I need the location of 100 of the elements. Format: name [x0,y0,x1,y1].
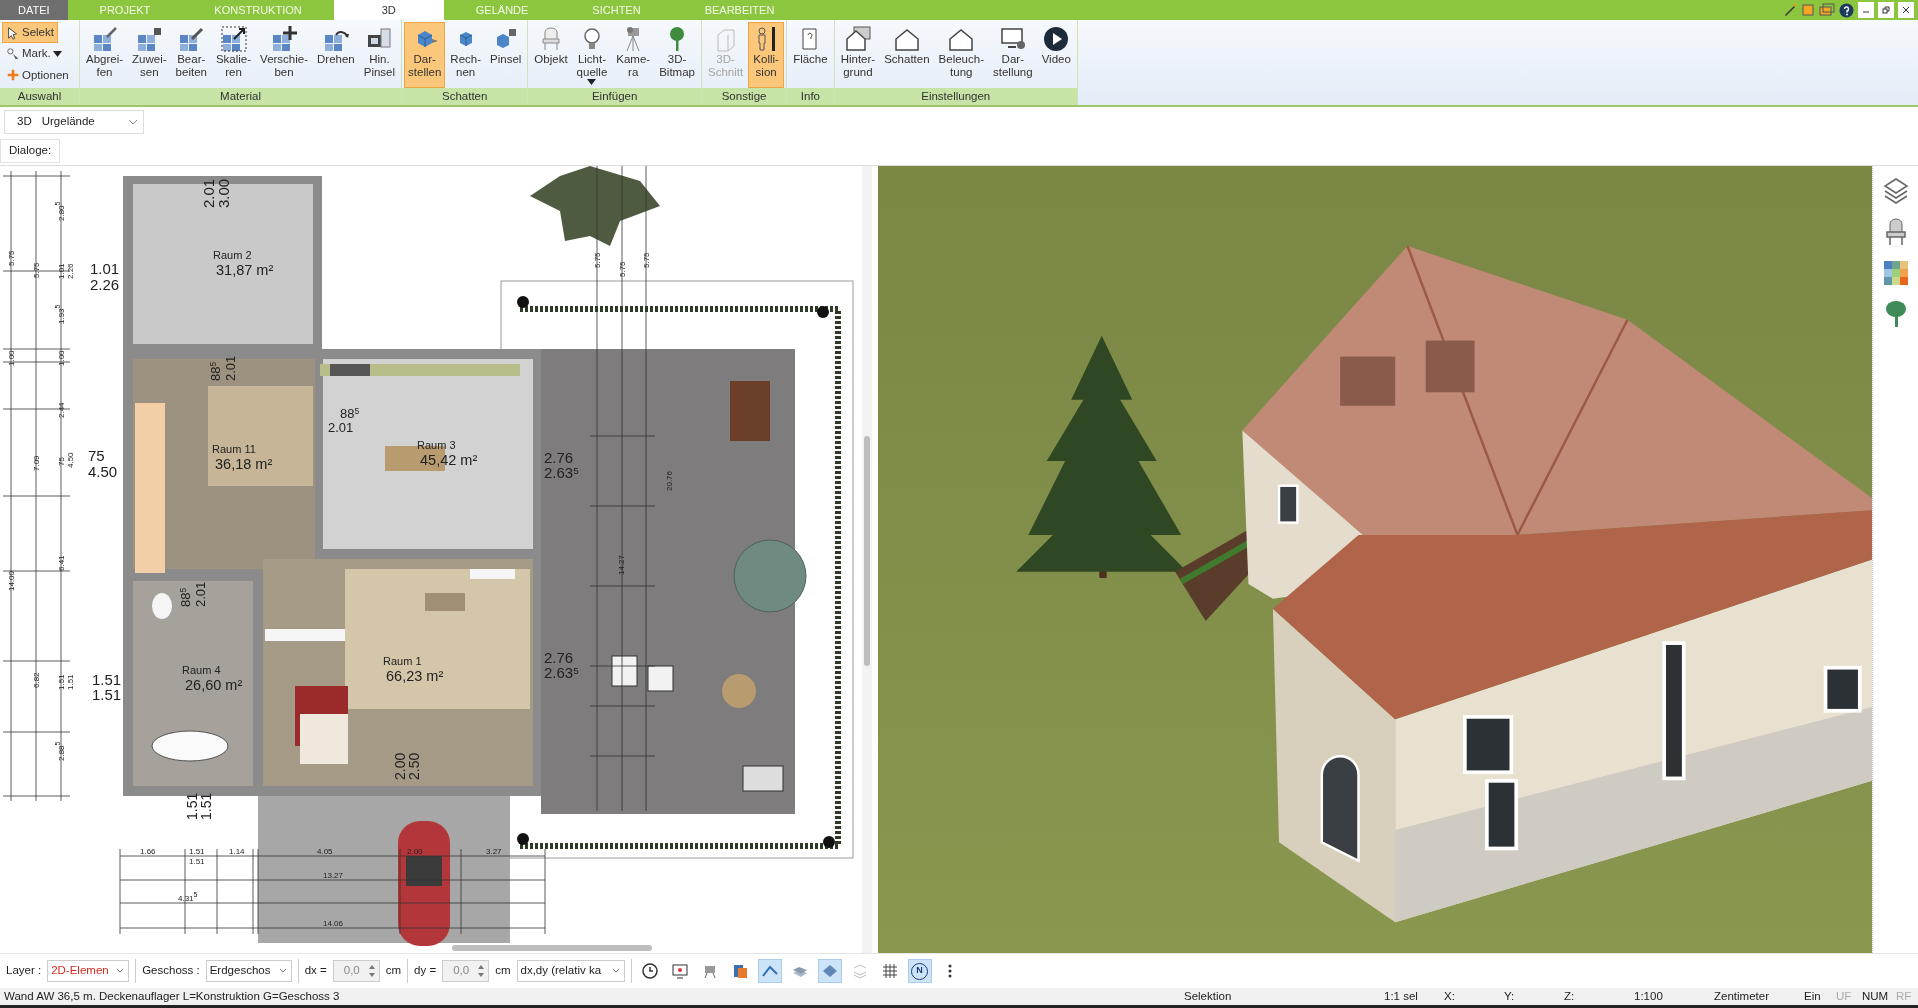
floor-label: Geschoss : [142,963,200,979]
menu-tab[interactable]: DATEI [0,0,68,20]
room-area: 66,23 m² [386,668,444,684]
tool-button[interactable]: Abgrei- fen [82,22,128,88]
floor-select[interactable]: Erdgeschos [205,960,292,982]
toolbar-toggle-button[interactable] [817,959,842,983]
status-field: Ein [1794,987,1834,1006]
layer-label: Layer : [6,963,42,979]
dimension-label: 3.27 [486,847,502,856]
help-icon[interactable] [1839,2,1854,18]
tool-button[interactable]: Verschie- ben [256,22,313,88]
toolbar-toggle-button[interactable] [757,959,782,983]
tool-button[interactable]: Licht- quelle [572,22,612,88]
dimension-label: 2.01 [328,420,354,435]
chair-icon[interactable] [1883,218,1908,246]
dimension-label: 4.50 [66,452,75,468]
color-palette-icon[interactable] [1882,260,1909,286]
play-icon [1042,25,1071,53]
tree-icon[interactable] [1884,300,1907,328]
tool-button[interactable]: Dar- stellung [989,22,1037,88]
status-field: Z: [1554,987,1624,1006]
dimension-label: 1.51 [198,792,214,820]
dimension-label: 2.26 [66,263,75,279]
dialogs-label: Dialoge: [0,139,61,163]
dimension-label: 5.75 [642,252,651,268]
ribbon-group-label: Info [787,88,834,105]
tool-button[interactable]: Pinsel [486,22,526,88]
dimension-label: 88$^{5}$ [340,406,360,421]
dimension-label: 1.51 [184,792,200,820]
tool-button[interactable]: Kolli- sion [748,22,785,88]
offset-mode-select[interactable]: dx,dy (relativ ka [516,960,625,982]
menu-tab[interactable]: 3D [333,0,444,20]
status-field: Y: [1494,987,1554,1006]
dimension-label: 2.63$^{5}$ [544,664,579,681]
dimension-label: 7.09 [32,455,41,471]
unit-label: cm [495,963,511,979]
dimension-label: 14.00 [7,570,16,591]
tool-button[interactable]: Hinter- grund [836,22,880,88]
grid-icon [880,962,899,980]
dimension-label: 2.01 [200,178,217,208]
dimension-label: 1.51 [66,674,75,690]
dimension-label: 75 [57,457,66,466]
tool-button[interactable]: Mark. [2,43,66,65]
tile-move-icon [270,25,299,53]
status-field: NUM [1860,987,1894,1006]
north-toggle-button[interactable]: N [907,959,932,983]
room-area: 31,87 m² [216,262,274,278]
monitor-icon [670,962,689,980]
dimension-label: 2.76 [544,649,574,666]
close-button[interactable] [1898,2,1914,18]
plus-icon [6,68,20,83]
horizontal-scrollbar[interactable] [452,945,652,951]
ribbon-group-label: Schatten [402,88,528,105]
dimension-label: 4.50 [88,463,118,480]
dimension-label: 5.75 [618,261,627,277]
tool-button[interactable]: Dar- stellen [404,22,446,88]
dimension-label: 4.05 [317,847,333,856]
dimension-label: 14.27 [617,554,626,575]
dimension-label: 1.51 [189,847,205,856]
tool-button[interactable]: Beleuch- tung [934,22,988,88]
status-field: Zentimeter [1704,987,1794,1006]
tool-button[interactable]: Hin. Pinsel [359,22,400,88]
dy-label: dy = [414,963,437,979]
layers-icon[interactable] [1881,176,1910,204]
restore-icon [1882,6,1890,14]
view-mode-select[interactable]: 3D Urgelände [4,110,144,134]
ribbon-group-label: Material [80,88,402,105]
restore-button[interactable] [1878,2,1894,18]
dimension-label: 5.75 [7,250,16,266]
tool-button[interactable]: 3D- Bitmap [655,22,699,88]
tool-button[interactable]: Schatten [880,22,934,88]
unit-label: cm [385,963,402,979]
tile-brush-icon [135,25,164,53]
tool-button[interactable]: Fläche [789,22,832,88]
dimension-label: 1.51 [92,686,122,703]
vertical-scrollbar[interactable] [864,436,870,666]
dimension-label: 2.50 [406,752,422,780]
tool-button[interactable]: Kame- ra [612,22,655,88]
tool-button[interactable]: Video [1037,22,1075,88]
dimension-label: 2.00 [392,752,408,780]
status-field: UF [1834,987,1860,1006]
tool-button[interactable]: Bear- beiten [171,22,211,88]
layer-select[interactable]: 2D-Elemen [47,960,130,982]
tool-button[interactable]: Optionen [2,64,73,86]
dimension-label: 1.01 [90,260,120,277]
room-name: Raum 4 [182,664,221,676]
ribbon-group-label: Einstellungen [834,88,1077,105]
dimension-label: 13.27 [323,871,344,880]
dimension-label: 1.51 [57,674,66,690]
status-field: 1:1 sel [1374,987,1434,1006]
tool-button[interactable]: Rech- nen [446,22,485,88]
dimension-label: 3.00 [215,178,232,208]
pen-icon[interactable] [1783,3,1797,17]
tool-button[interactable]: Objekt [530,22,572,88]
tool-button[interactable]: Selekt [2,22,58,44]
clock-icon [640,962,659,980]
status-field: Selektion [1174,987,1374,1006]
tool-button[interactable]: Zuwei- sen [128,22,171,88]
tool-button[interactable]: Drehen [313,22,359,88]
tool-button[interactable]: Skalie- ren [211,22,256,88]
